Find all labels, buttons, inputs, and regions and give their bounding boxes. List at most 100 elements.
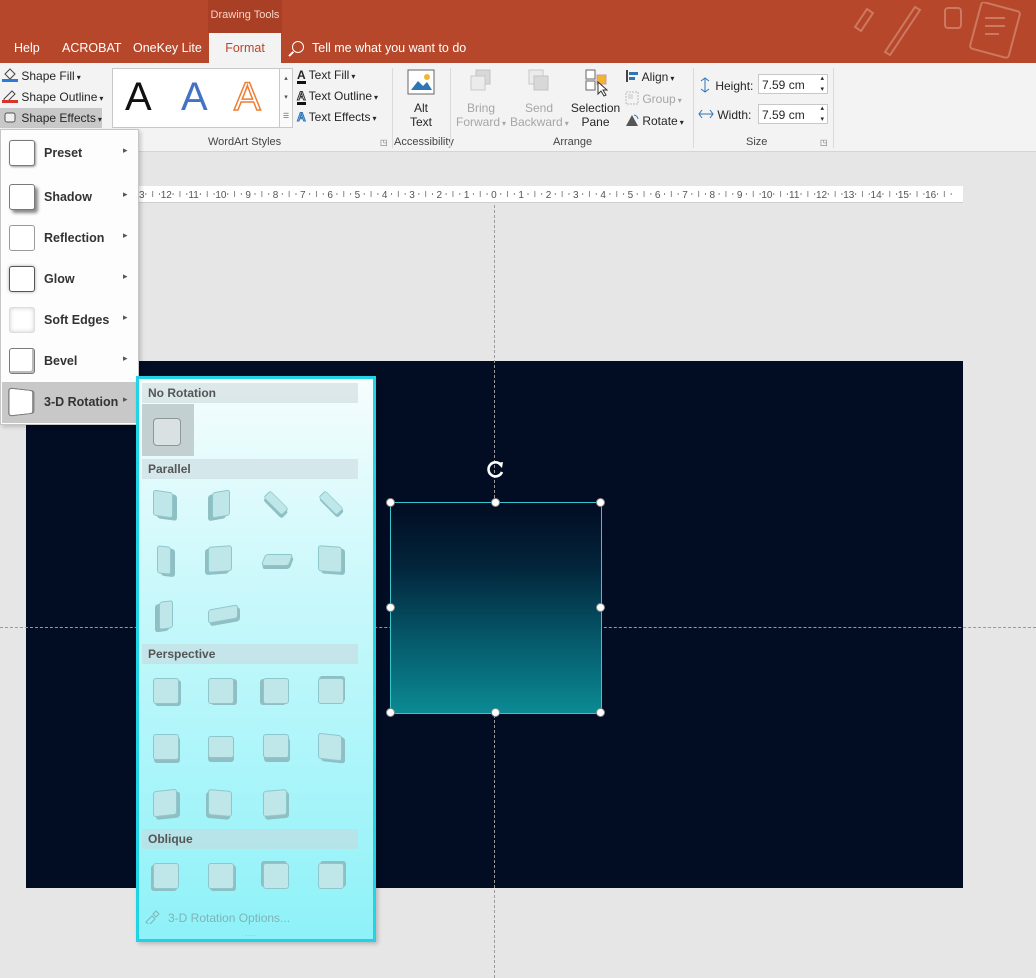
width-icon — [698, 109, 714, 119]
menu-item-preset[interactable]: Preset ▸ — [2, 133, 137, 174]
parallel-rotation-option[interactable] — [316, 489, 344, 517]
wordart-style-blue[interactable]: A — [181, 75, 208, 120]
alt-text-button[interactable]: Alt Text — [402, 68, 440, 129]
perspective-rotation-option[interactable] — [151, 788, 179, 818]
resize-handle-top[interactable] — [491, 498, 500, 507]
bring-forward-label-2: Forward ▾ — [455, 115, 507, 129]
shape-effects-button[interactable]: Shape Effects ▾ — [0, 108, 102, 128]
group-separator — [450, 68, 451, 148]
bring-forward-button[interactable]: Bring Forward ▾ — [455, 68, 507, 129]
ruler-label: 8 — [273, 190, 279, 201]
height-value: 7.59 cm — [762, 78, 805, 92]
selection-pane-icon — [585, 69, 608, 97]
ruler-label: 7 — [682, 190, 688, 201]
perspective-rotation-option[interactable] — [261, 732, 289, 760]
submenu-arrow-icon: ▸ — [123, 271, 128, 281]
glow-icon — [9, 266, 35, 292]
wordart-gallery-scroll[interactable]: ▴ ▾ ☰ — [279, 68, 293, 128]
parallel-rotation-option[interactable] — [206, 489, 234, 519]
tab-onekey-lite[interactable]: OneKey Lite — [125, 33, 210, 63]
rotation-preset-cube-icon — [212, 489, 230, 519]
perspective-rotation-option[interactable] — [206, 732, 234, 760]
tell-me-search[interactable]: Tell me what you want to do — [292, 33, 466, 63]
perspective-rotation-option[interactable] — [261, 676, 289, 704]
perspective-rotation-option[interactable] — [151, 732, 179, 760]
text-effects-icon: A — [297, 110, 307, 125]
resize-handle-bottom-left[interactable] — [386, 708, 395, 717]
align-button[interactable]: Align ▾ — [625, 69, 674, 84]
send-backward-button[interactable]: Send Backward ▾ — [510, 68, 569, 129]
oblique-rotation-option[interactable] — [151, 861, 179, 889]
tab-acrobat[interactable]: ACROBAT — [54, 33, 130, 63]
bevel-icon — [9, 348, 35, 374]
rotate-button[interactable]: Rotate ▾ — [625, 113, 684, 128]
oblique-rotation-option[interactable] — [206, 861, 234, 889]
width-field[interactable]: 7.59 cm ▴ ▾ — [758, 104, 828, 124]
wordart-gallery[interactable]: A A A — [112, 68, 282, 128]
resize-handle-left[interactable] — [386, 603, 395, 612]
group-separator — [693, 68, 694, 148]
resize-grip-icon[interactable]: ···· — [245, 931, 256, 940]
rotation-handle-icon[interactable] — [486, 459, 506, 479]
group-button[interactable]: Group ▾ — [625, 91, 682, 106]
perspective-rotation-option[interactable] — [151, 676, 179, 704]
rotation-preset-cube-icon — [208, 736, 234, 758]
rotation-preset-cube-icon — [153, 788, 177, 818]
perspective-rotation-option[interactable] — [261, 788, 289, 818]
ruler-label: 9 — [737, 190, 743, 201]
parallel-rotation-option[interactable] — [316, 544, 344, 573]
width-spinner-icon[interactable]: ▴ ▾ — [820, 103, 824, 125]
wordart-dialog-launcher-icon[interactable]: ◳ — [380, 138, 388, 147]
send-backward-icon — [528, 69, 549, 91]
3d-rotation-options-link[interactable]: 3-D Rotation Options... — [142, 903, 358, 933]
text-outline-button[interactable]: A Text Outline ▾ — [297, 89, 378, 105]
no-rotation-cube-icon — [153, 418, 181, 446]
wordart-style-black[interactable]: A — [125, 75, 152, 120]
rotation-preset-cube-icon — [153, 734, 179, 760]
rotate-label: Rotate — [642, 114, 678, 128]
resize-handle-top-left[interactable] — [386, 498, 395, 507]
wordart-style-orange-outline[interactable]: A — [233, 74, 261, 120]
menu-item-bevel[interactable]: Bevel ▸ — [2, 341, 137, 382]
parallel-rotation-option[interactable] — [206, 544, 234, 573]
resize-handle-bottom[interactable] — [491, 708, 500, 717]
parallel-rotation-option[interactable] — [151, 544, 179, 575]
shape-fill-label: Shape Fill — [21, 69, 75, 83]
perspective-rotation-option[interactable] — [316, 676, 344, 704]
parallel-rotation-option[interactable] — [206, 599, 238, 627]
oblique-rotation-option[interactable] — [316, 861, 344, 889]
parallel-rotation-option[interactable] — [260, 544, 294, 572]
perspective-rotation-option[interactable] — [316, 732, 344, 762]
perspective-rotation-option[interactable] — [206, 788, 234, 818]
shape-fill-button[interactable]: Shape Fill ▾ — [2, 68, 81, 83]
menu-item-soft-edges[interactable]: Soft Edges ▸ — [2, 300, 137, 341]
parallel-rotation-option[interactable] — [151, 599, 179, 630]
resize-handle-top-right[interactable] — [596, 498, 605, 507]
ruler-label: 5 — [628, 190, 634, 201]
size-dialog-launcher-icon[interactable]: ◳ — [820, 138, 828, 147]
resize-handle-bottom-right[interactable] — [596, 708, 605, 717]
perspective-rotation-option[interactable] — [206, 676, 234, 704]
tab-help[interactable]: Help — [6, 33, 48, 63]
height-spinner-icon[interactable]: ▴ ▾ — [820, 73, 824, 95]
selected-rectangle-shape[interactable] — [390, 502, 602, 714]
parallel-rotation-option[interactable] — [151, 489, 179, 519]
menu-item-3d-rotation[interactable]: 3-D Rotation ▸ — [2, 382, 137, 423]
gallery-more-icon[interactable]: ☰ — [280, 107, 292, 126]
resize-handle-right[interactable] — [596, 603, 605, 612]
menu-item-reflection[interactable]: Reflection ▸ — [2, 218, 137, 259]
menu-item-shadow[interactable]: Shadow ▸ — [2, 177, 137, 218]
menu-item-glow[interactable]: Glow ▸ — [2, 259, 137, 300]
scroll-down-icon[interactable]: ▾ — [280, 88, 292, 107]
bring-forward-label-1: Bring — [466, 101, 495, 115]
text-fill-button[interactable]: A Text Fill ▾ — [297, 68, 355, 84]
tab-format[interactable]: Format — [209, 33, 281, 64]
text-effects-button[interactable]: A Text Effects ▾ — [297, 110, 377, 125]
shape-outline-button[interactable]: Shape Outline ▾ — [2, 89, 103, 104]
selection-pane-button[interactable]: Selection Pane — [568, 68, 623, 129]
parallel-rotation-option[interactable] — [261, 489, 289, 517]
scroll-up-icon[interactable]: ▴ — [280, 69, 292, 88]
height-field[interactable]: 7.59 cm ▴ ▾ — [758, 74, 828, 94]
oblique-rotation-option[interactable] — [261, 861, 289, 889]
width-label: Width: — [698, 107, 751, 122]
